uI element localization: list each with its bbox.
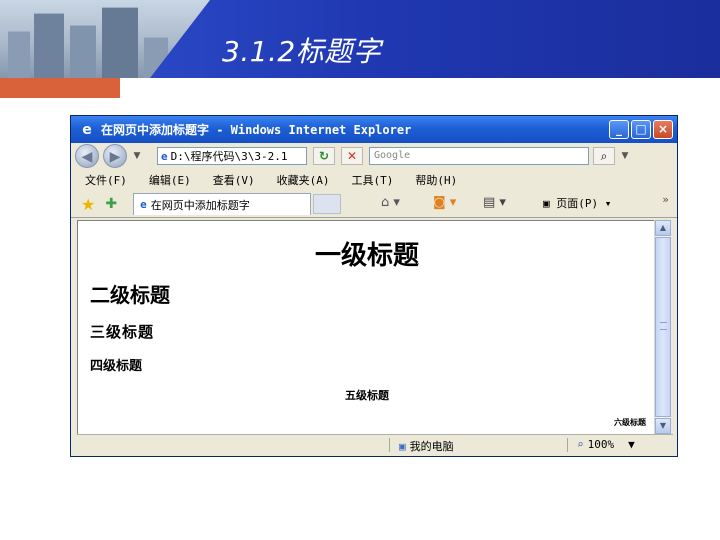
menu-view[interactable]: 查看(V) xyxy=(213,172,255,188)
scroll-down-arrow[interactable]: ▼ xyxy=(655,418,671,434)
scroll-thumb[interactable] xyxy=(655,237,671,417)
maximize-button[interactable]: □ xyxy=(631,120,651,139)
page-menu-button[interactable]: ▣ 页面(P) ▾ xyxy=(543,195,611,211)
address-text: D:\程序代码\3\3-2.1 xyxy=(170,150,288,163)
recent-pages-dropdown[interactable]: ▼ xyxy=(131,151,143,161)
header-accent-stripe xyxy=(0,78,120,98)
menu-file[interactable]: 文件(F) xyxy=(85,172,127,188)
tab-toolbar: ★ ✚ e 在网页中添加标题字 ⌂ ▾ ◙ ▾ ▤ ▾ ▣ 页面(P) ▾ » xyxy=(71,191,677,218)
new-tab-button[interactable] xyxy=(313,194,342,214)
zoom-dropdown-arrow[interactable]: ▼ xyxy=(628,438,635,451)
building-shape xyxy=(102,7,138,78)
tab-current[interactable]: e 在网页中添加标题字 xyxy=(133,193,312,215)
building-shape xyxy=(34,13,64,78)
add-favorites-icon[interactable]: ✚ xyxy=(105,196,117,212)
search-icon[interactable]: ⌕ xyxy=(593,147,615,165)
heading-3: 三级标题 xyxy=(90,323,155,341)
window-title: 在网页中添加标题字 - Windows Internet Explorer xyxy=(101,123,412,137)
heading-2: 二级标题 xyxy=(90,283,170,307)
favorites-star-icon[interactable]: ★ xyxy=(81,195,95,214)
zoom-icon: ⌕ xyxy=(577,438,584,451)
page-content: 一级标题 二级标题 三级标题 四级标题 五级标题 六级标题 xyxy=(77,220,656,435)
ie-icon: e xyxy=(82,121,92,138)
window-titlebar[interactable]: e 在网页中添加标题字 - Windows Internet Explorer … xyxy=(71,116,677,143)
menu-favorites[interactable]: 收藏夹(A) xyxy=(277,172,330,188)
tab-label: 在网页中添加标题字 xyxy=(150,198,250,212)
zoom-control[interactable]: ⌕ 100% ▼ xyxy=(577,438,635,451)
heading-4: 四级标题 xyxy=(90,359,143,374)
heading-6: 六级标题 xyxy=(614,417,646,427)
heading-5: 五级标题 xyxy=(345,389,389,402)
menu-bar: 文件(F) 编辑(E) 查看(V) 收藏夹(A) 工具(T) 帮助(H) xyxy=(71,169,677,191)
scroll-grip xyxy=(660,322,667,330)
status-separator xyxy=(389,438,390,452)
forward-icon[interactable]: ▶ xyxy=(103,144,127,168)
search-input[interactable]: Google xyxy=(369,147,589,165)
ie-icon: e xyxy=(161,149,168,163)
vertical-scrollbar[interactable]: ▲ ▼ xyxy=(654,220,671,434)
address-bar[interactable]: e D:\程序代码\3\3-2.1 xyxy=(157,147,307,165)
status-bar: ▣ 我的电脑 ⌕ 100% ▼ xyxy=(77,434,673,455)
back-icon[interactable]: ◀ xyxy=(75,144,99,168)
building-shape xyxy=(8,31,30,78)
refresh-icon[interactable]: ↻ xyxy=(313,147,335,165)
page-icon: ▣ xyxy=(543,197,557,210)
menu-edit[interactable]: 编辑(E) xyxy=(149,172,191,188)
print-icon[interactable]: ▤ ▾ xyxy=(483,195,506,210)
window-controls: _ □ × xyxy=(609,120,673,139)
heading-1: 一级标题 xyxy=(314,241,419,271)
status-separator xyxy=(567,438,568,452)
stop-icon[interactable]: ✕ xyxy=(341,147,363,165)
computer-icon: ▣ xyxy=(399,439,406,453)
close-button[interactable]: × xyxy=(653,120,673,139)
ie-icon: e xyxy=(140,198,147,211)
minimize-button[interactable]: _ xyxy=(609,120,629,139)
ie-window: e 在网页中添加标题字 - Windows Internet Explorer … xyxy=(70,115,678,457)
slide-title: 3.1.2标题字 xyxy=(222,35,382,68)
security-zone[interactable]: ▣ 我的电脑 xyxy=(399,438,454,454)
slide-header: 3.1.2标题字 xyxy=(0,0,720,78)
toolbar-overflow-chevron[interactable]: » xyxy=(662,193,669,206)
building-shape xyxy=(70,25,96,78)
home-icon[interactable]: ⌂ ▾ xyxy=(381,195,400,210)
search-options-dropdown[interactable]: ▼ xyxy=(619,151,631,161)
menu-help[interactable]: 帮助(H) xyxy=(415,172,457,188)
zone-label: 我的电脑 xyxy=(409,440,454,453)
scroll-up-arrow[interactable]: ▲ xyxy=(655,220,671,236)
menu-tools[interactable]: 工具(T) xyxy=(352,172,394,188)
zoom-level: 100% xyxy=(587,438,615,451)
feeds-icon[interactable]: ◙ ▾ xyxy=(433,195,456,210)
page-menu-label: 页面(P) xyxy=(556,197,599,210)
address-toolbar: ◀ ▶ ▼ e D:\程序代码\3\3-2.1 ↻ ✕ Google ⌕ ▼ xyxy=(71,143,677,169)
